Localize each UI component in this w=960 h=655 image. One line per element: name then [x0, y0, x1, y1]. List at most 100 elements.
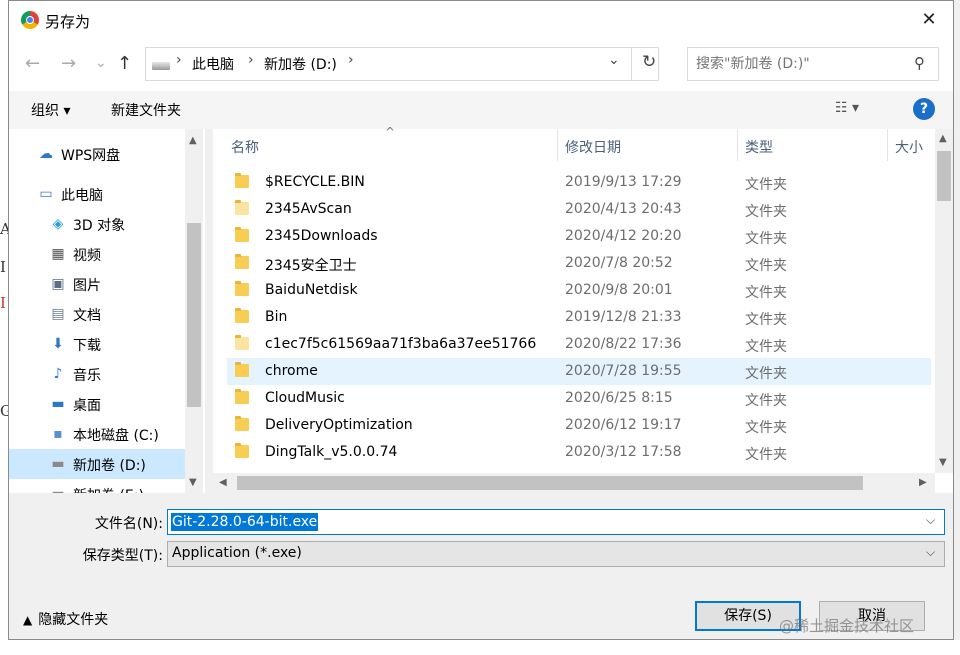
sidebar-item[interactable]: ▦ 视频 — [9, 239, 187, 269]
column-header-size[interactable]: 大小 — [895, 137, 923, 157]
sort-ascending-icon: ^ — [385, 125, 396, 139]
table-row[interactable]: c1ec7f5c61569aa71f3ba6a37ee51766 2020/8/2… — [227, 331, 931, 358]
column-divider[interactable] — [887, 129, 888, 161]
breadcrumb-separator[interactable]: › — [348, 52, 354, 68]
file-date: 2020/9/8 20:01 — [565, 282, 673, 298]
scroll-down-icon[interactable]: ▼ — [939, 457, 947, 468]
chevron-down-icon[interactable]: ⌵ — [926, 545, 935, 560]
table-row[interactable]: $RECYCLE.BIN 2019/9/13 17:29 文件夹 — [227, 169, 931, 196]
cloud-icon: ☁ — [39, 146, 53, 162]
filename-input[interactable]: Git-2.28.0-64-bit.exe — [171, 513, 319, 531]
scroll-down-icon[interactable]: ▼ — [189, 477, 197, 488]
filename-combobox[interactable]: Git-2.28.0-64-bit.exe ⌵ — [167, 509, 945, 535]
column-header-type[interactable]: 类型 — [745, 137, 773, 157]
address-dropdown-icon[interactable]: ⌄ — [608, 52, 620, 68]
file-date: 2020/7/28 19:55 — [565, 363, 682, 379]
help-button[interactable]: ? — [913, 98, 935, 120]
sidebar-item[interactable]: ☁ WPS网盘 — [9, 139, 187, 169]
back-button[interactable]: ← — [25, 53, 40, 74]
refresh-icon[interactable]: ↻ — [642, 52, 660, 72]
scrollbar-thumb[interactable] — [237, 476, 863, 490]
hide-folders-toggle[interactable]: ▲ 隐藏文件夹 — [23, 609, 108, 629]
filetype-select[interactable]: Application (*.exe) ⌵ — [167, 541, 945, 567]
scroll-up-icon[interactable]: ▲ — [939, 133, 947, 144]
sidebar-item[interactable]: ▣ 图片 — [9, 269, 187, 299]
address-bar[interactable]: › 此电脑 › 新加卷 (D:) › ⌄ ↻ — [145, 47, 659, 81]
file-type: 文件夹 — [745, 204, 787, 220]
scroll-left-icon[interactable]: ◀ — [219, 477, 227, 488]
sidebar-item-label: 新加卷 (E:) — [73, 485, 144, 493]
file-type: 文件夹 — [745, 312, 787, 328]
recent-locations-button[interactable]: ⌄ — [95, 55, 107, 71]
breadcrumb-separator[interactable]: › — [176, 52, 182, 68]
background-text: I — [0, 294, 6, 312]
table-row[interactable]: 2345安全卫士 2020/7/8 20:52 文件夹 — [227, 250, 931, 277]
breadcrumb-separator[interactable]: › — [248, 52, 254, 68]
forward-button[interactable]: → — [61, 53, 76, 74]
file-name: $RECYCLE.BIN — [265, 174, 365, 190]
column-header-date[interactable]: 修改日期 — [565, 137, 621, 157]
breadcrumb-drive-d[interactable]: 新加卷 (D:) — [264, 54, 337, 74]
sidebar-item[interactable]: ▪ 本地磁盘 (C:) — [9, 419, 187, 449]
scroll-up-icon[interactable]: ▲ — [189, 135, 197, 146]
filetype-value: Application (*.exe) — [172, 545, 302, 561]
scroll-right-icon[interactable]: ▶ — [919, 477, 927, 488]
filename-label: 文件名(N): — [94, 516, 163, 532]
file-date: 2020/7/8 20:52 — [565, 255, 673, 271]
sidebar-item-label: 桌面 — [73, 398, 101, 414]
scrollbar-thumb[interactable] — [187, 223, 201, 407]
table-row[interactable]: 2345Downloads 2020/4/12 20:20 文件夹 — [227, 223, 931, 250]
folder-icon — [235, 173, 249, 188]
command-bar: 组织 ▾ 新建文件夹 ☷ ▾ ? — [9, 91, 953, 129]
sidebar-item[interactable]: ▤ 文档 — [9, 299, 187, 329]
file-date: 2020/4/13 20:43 — [565, 201, 682, 217]
sidebar-item[interactable]: ▬ 新加卷 (E:) — [9, 479, 187, 493]
sidebar-item[interactable]: ◈ 3D 对象 — [9, 209, 187, 239]
table-row[interactable]: CloudMusic 2020/6/25 8:15 文件夹 — [227, 385, 931, 412]
file-type: 文件夹 — [745, 393, 787, 409]
sidebar-item[interactable]: ▬ 新加卷 (D:) — [9, 449, 187, 479]
file-list-horizontal-scrollbar[interactable]: ◀ ▶ — [213, 473, 935, 493]
table-row[interactable]: chrome 2020/7/28 19:55 文件夹 — [227, 358, 931, 385]
file-type: 文件夹 — [745, 420, 787, 436]
film-icon: ▦ — [51, 246, 65, 262]
sidebar-item-label: 新加卷 (D:) — [73, 458, 146, 474]
chevron-down-icon[interactable]: ⌵ — [926, 513, 935, 528]
column-header-name[interactable]: 名称 — [231, 137, 259, 157]
search-box[interactable]: ⚲ — [687, 47, 939, 81]
folder-icon — [235, 443, 249, 458]
table-row[interactable]: BaiduNetdisk 2020/9/8 20:01 文件夹 — [227, 277, 931, 304]
watermark: @稀土掘金技术社区 — [779, 617, 915, 635]
file-date: 2019/12/8 21:33 — [565, 309, 682, 325]
search-input[interactable] — [696, 54, 906, 74]
sidebar-item-label: 此电脑 — [61, 188, 103, 204]
column-divider[interactable] — [737, 129, 738, 161]
table-row[interactable]: DingTalk_v5.0.0.74 2020/3/12 17:58 文件夹 — [227, 439, 931, 466]
file-type: 文件夹 — [745, 366, 787, 382]
sidebar-item[interactable]: ♪ 音乐 — [9, 359, 187, 389]
sidebar-item[interactable]: ▬ 桌面 — [9, 389, 187, 419]
file-name: c1ec7f5c61569aa71f3ba6a37ee51766 — [265, 336, 537, 352]
scrollbar-thumb[interactable] — [937, 151, 951, 201]
navigation-scrollbar[interactable]: ▲ ▼ — [185, 129, 203, 493]
folder-icon — [235, 308, 249, 323]
up-button[interactable]: ↑ — [117, 53, 132, 74]
table-row[interactable]: 2345AvScan 2020/4/13 20:43 文件夹 — [227, 196, 931, 223]
sidebar-item[interactable]: ⬇ 下载 — [9, 329, 187, 359]
new-folder-button[interactable]: 新建文件夹 — [111, 100, 181, 120]
table-row[interactable]: DeliveryOptimization 2020/6/12 19:17 文件夹 — [227, 412, 931, 439]
file-date: 2020/3/12 17:58 — [565, 444, 682, 460]
organize-button[interactable]: 组织 ▾ — [31, 100, 70, 120]
column-divider[interactable] — [557, 129, 558, 161]
breadcrumb-this-pc[interactable]: 此电脑 — [192, 54, 234, 74]
search-icon[interactable]: ⚲ — [914, 54, 925, 72]
close-button[interactable]: ✕ — [909, 5, 949, 35]
sidebar-item[interactable]: ▭ 此电脑 — [9, 179, 187, 209]
file-list-vertical-scrollbar[interactable]: ▲ ▼ — [935, 129, 953, 473]
folder-icon — [235, 362, 249, 377]
folder-icon — [235, 389, 249, 404]
view-options-button[interactable]: ☷ ▾ — [835, 100, 859, 116]
save-as-dialog: 另存为 ✕ ← → ⌄ ↑ › 此电脑 › 新加卷 (D:) › ⌄ ↻ ⚲ 组… — [8, 0, 954, 640]
table-row[interactable]: Bin 2019/12/8 21:33 文件夹 — [227, 304, 931, 331]
file-name: 2345AvScan — [265, 201, 352, 217]
